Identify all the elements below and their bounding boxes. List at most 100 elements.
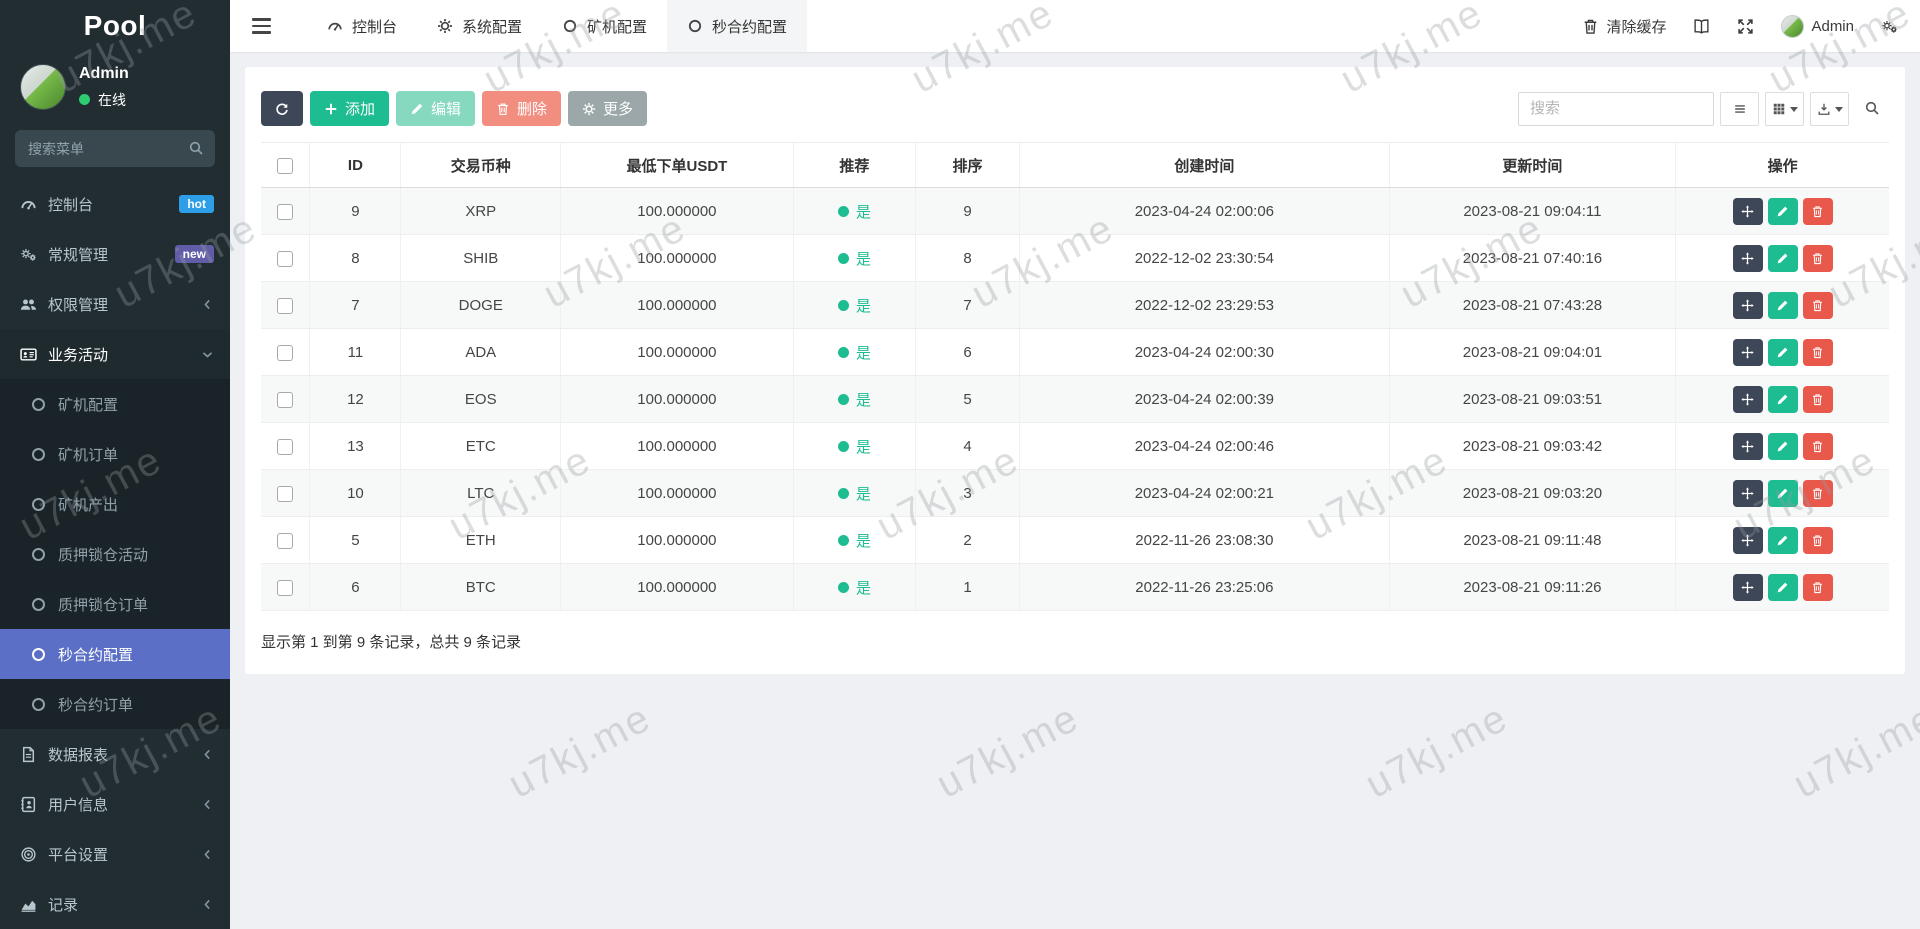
button-label: 编辑 xyxy=(431,101,462,118)
sidebar-item-platform-settings[interactable]: 平台设置 xyxy=(0,829,230,879)
pencil-icon xyxy=(1776,346,1789,359)
select-all-checkbox[interactable] xyxy=(277,157,294,174)
sidebar-item-general-manage[interactable]: 常规管理 new xyxy=(0,229,230,279)
tab-system-config[interactable]: 系统配置 xyxy=(417,0,542,52)
sidebar-item-business-activity[interactable]: 业务活动 xyxy=(0,329,230,379)
fullscreen-button[interactable] xyxy=(1737,18,1754,35)
row-move-button[interactable] xyxy=(1732,573,1763,601)
clear-cache-button[interactable]: 清除缓存 xyxy=(1582,16,1666,37)
tab-seconds-contract-config[interactable]: 秒合约配置 xyxy=(667,0,808,52)
sidebar-item-data-report[interactable]: 数据报表 xyxy=(0,729,230,779)
row-checkbox[interactable] xyxy=(277,532,294,549)
row-edit-button[interactable] xyxy=(1767,573,1798,601)
row-checkbox[interactable] xyxy=(277,203,294,220)
row-move-button[interactable] xyxy=(1732,244,1763,272)
row-checkbox[interactable] xyxy=(277,579,294,596)
addressbook-icon xyxy=(20,796,48,813)
row-delete-button[interactable] xyxy=(1802,526,1833,554)
chart-icon xyxy=(20,896,48,913)
row-edit-button[interactable] xyxy=(1767,197,1798,225)
columns-button[interactable] xyxy=(1765,92,1804,126)
navbar-actions: 清除缓存 Admin xyxy=(1582,14,1920,38)
delete-button[interactable]: 删除 xyxy=(482,91,562,126)
circle-icon xyxy=(32,447,45,461)
sidebar-search-input[interactable] xyxy=(15,130,215,167)
row-edit-button[interactable] xyxy=(1767,244,1798,272)
sidebar-item-miner-config[interactable]: 矿机配置 xyxy=(0,379,230,429)
row-move-button[interactable] xyxy=(1732,197,1763,225)
sidebar-item-staking-orders[interactable]: 质押锁仓订单 xyxy=(0,579,230,629)
sidebar-item-staking-activity[interactable]: 质押锁仓活动 xyxy=(0,529,230,579)
trash-icon xyxy=(1811,393,1824,406)
column-header-coin: 交易币种 xyxy=(400,142,561,188)
row-delete-button[interactable] xyxy=(1802,291,1833,319)
language-button[interactable] xyxy=(1693,18,1710,35)
sidebar-item-miner-output[interactable]: 矿机产出 xyxy=(0,479,230,529)
cell-created-at: 2022-12-02 23:29:53 xyxy=(1019,281,1390,329)
row-delete-button[interactable] xyxy=(1802,244,1833,272)
pencil-icon xyxy=(1776,252,1789,265)
row-checkbox[interactable] xyxy=(277,438,294,455)
row-checkbox[interactable] xyxy=(277,485,294,502)
row-delete-button[interactable] xyxy=(1802,432,1833,460)
sidebar-item-miner-orders[interactable]: 矿机订单 xyxy=(0,429,230,479)
user-menu[interactable]: Admin xyxy=(1781,14,1854,38)
row-move-button[interactable] xyxy=(1732,432,1763,460)
cell-min-order: 100.000000 xyxy=(560,281,794,329)
content-area: 添加编辑删除更多 ID交易币种最低下单USDT推荐排序创建时间更新时间操作 9X… xyxy=(230,52,1920,929)
sidebar-item-permission-manage[interactable]: 权限管理 xyxy=(0,279,230,329)
menu-toggle-icon[interactable] xyxy=(230,18,293,34)
add-button[interactable]: 添加 xyxy=(310,91,390,126)
row-move-button[interactable] xyxy=(1732,338,1763,366)
toggle-view-button[interactable] xyxy=(1720,92,1759,126)
sidebar-item-seconds-contract-orders[interactable]: 秒合约订单 xyxy=(0,679,230,729)
row-move-button[interactable] xyxy=(1732,479,1763,507)
row-checkbox[interactable] xyxy=(277,250,294,267)
trash-icon xyxy=(496,102,510,116)
cell-coin: LTC xyxy=(400,469,561,517)
sidebar-menu: 控制台 hot 常规管理 new 权限管理 业务活动 矿机配置 矿机订单 矿机产出 … xyxy=(0,179,230,929)
row-delete-button[interactable] xyxy=(1802,197,1833,225)
row-checkbox[interactable] xyxy=(277,391,294,408)
trash-icon xyxy=(1811,440,1824,453)
export-button[interactable] xyxy=(1810,92,1849,126)
green-dot-icon xyxy=(837,534,849,546)
table-toolbar: 添加 编辑 删除 更多 xyxy=(261,91,1889,126)
cell-created-at: 2023-04-24 02:00:21 xyxy=(1019,469,1390,517)
cell-id: 8 xyxy=(309,234,401,282)
row-edit-button[interactable] xyxy=(1767,385,1798,413)
row-checkbox[interactable] xyxy=(277,344,294,361)
row-delete-button[interactable] xyxy=(1802,479,1833,507)
column-header-ops: 操作 xyxy=(1675,142,1889,188)
users-icon xyxy=(20,296,48,313)
recommend-badge: 是 xyxy=(837,530,871,551)
settings-button[interactable] xyxy=(1881,18,1898,35)
row-move-button[interactable] xyxy=(1732,385,1763,413)
recommend-badge: 是 xyxy=(837,295,871,316)
row-edit-button[interactable] xyxy=(1767,526,1798,554)
row-move-button[interactable] xyxy=(1732,526,1763,554)
search-button[interactable] xyxy=(1855,91,1889,125)
sidebar-item-user-info[interactable]: 用户信息 xyxy=(0,779,230,829)
row-edit-button[interactable] xyxy=(1767,291,1798,319)
row-edit-button[interactable] xyxy=(1767,432,1798,460)
tab-dashboard[interactable]: 控制台 xyxy=(307,0,417,52)
row-edit-button[interactable] xyxy=(1767,338,1798,366)
refresh-button[interactable] xyxy=(261,91,303,126)
tab-miner-config[interactable]: 矿机配置 xyxy=(542,0,667,52)
table-search-input[interactable] xyxy=(1518,91,1714,126)
row-delete-button[interactable] xyxy=(1802,338,1833,366)
sidebar-item-records[interactable]: 记录 xyxy=(0,879,230,929)
cell-id: 6 xyxy=(309,563,401,611)
row-checkbox[interactable] xyxy=(277,297,294,314)
more-button[interactable]: 更多 xyxy=(568,91,648,126)
recommend-badge: 是 xyxy=(837,248,871,269)
row-edit-button[interactable] xyxy=(1767,479,1798,507)
row-move-button[interactable] xyxy=(1732,291,1763,319)
sidebar-item-seconds-contract-config[interactable]: 秒合约配置 xyxy=(0,629,230,679)
row-delete-button[interactable] xyxy=(1802,573,1833,601)
edit-button[interactable]: 编辑 xyxy=(396,91,476,126)
record-count: 显示第 1 到第 9 条记录，总共 9 条记录 xyxy=(261,634,522,651)
sidebar-item-dashboard[interactable]: 控制台 hot xyxy=(0,179,230,229)
row-delete-button[interactable] xyxy=(1802,385,1833,413)
